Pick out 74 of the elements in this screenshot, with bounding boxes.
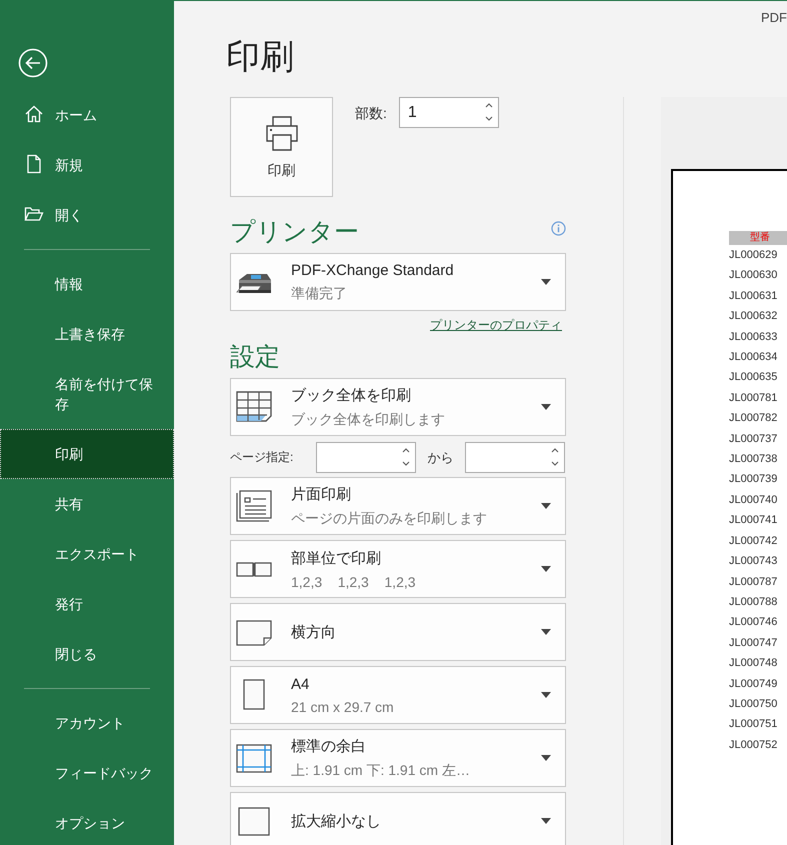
sidebar-item[interactable]: エクスポート [0, 529, 174, 579]
spin-arrows-icon[interactable] [402, 446, 410, 468]
table-cell-text: JL000629 [729, 248, 778, 263]
table-cell-text: JL000747 [729, 636, 778, 651]
grid-icon [235, 390, 273, 424]
page-range-label: ページ指定: [230, 449, 294, 466]
sidebar-item[interactable]: 共有 [0, 479, 174, 529]
table-cell-text: JL000752 [729, 738, 778, 753]
table-cell-text: JL000632 [729, 309, 778, 324]
print-scope-dropdown[interactable]: ブック全体を印刷 ブック全体を印刷します [230, 378, 566, 436]
caret-icon [541, 404, 551, 410]
table-cell-text: JL000751 [729, 717, 778, 732]
section-heading: 設定 [230, 342, 281, 373]
settings-dropdown[interactable]: 片面印刷 ページの片面のみを印刷します [230, 477, 566, 535]
table-cell-text: JL000739 [729, 472, 778, 488]
table-cell-text: JL000635 [729, 370, 778, 386]
table-cell-text: JL000740 [729, 492, 778, 508]
settings-dropdown[interactable]: 部単位で印刷 1,2,3 1,2,3 1,2,3 [230, 540, 566, 598]
caret-icon [541, 818, 551, 824]
column-header: 型番 [729, 231, 787, 245]
spin-arrows-icon[interactable] [484, 101, 493, 123]
printer-properties-link[interactable]: プリンターのプロパティ [430, 317, 562, 334]
sidebar-item[interactable]: 新規 [0, 140, 174, 190]
settings-dropdown[interactable]: 横方向 [230, 603, 566, 661]
page-title: 印刷 [226, 37, 295, 78]
settings-dropdown[interactable]: A4 21 cm x 29.7 cm [230, 666, 566, 724]
sidebar-item[interactable]: 閉じる [0, 629, 174, 679]
settings-dropdown[interactable]: 標準の余白 上: 1.91 cm 下: 1.91 cm 左… [230, 729, 566, 787]
table-cell-text: JL000741 [729, 513, 778, 528]
table-cell-text: JL000743 [729, 554, 778, 570]
table-cell-text: JL000781 [729, 390, 778, 406]
page-from-field[interactable] [316, 442, 416, 473]
table-cell-text: JL000787 [729, 574, 778, 590]
window-title: PDF [761, 10, 787, 24]
caret-icon [541, 692, 551, 698]
table-cell-text: JL000748 [729, 656, 778, 672]
sidebar-item[interactable]: ホーム [0, 90, 174, 140]
section-heading: プリンター [230, 217, 359, 248]
sidebar-item[interactable]: 情報 [0, 259, 174, 309]
table-cell-text: JL000633 [729, 330, 778, 345]
sidebar-item[interactable]: 名前を付けて保存 [0, 359, 174, 429]
settings-dropdown[interactable]: 拡大縮小なし [230, 792, 566, 845]
spin-arrows-icon[interactable] [551, 446, 559, 468]
sidebar-item[interactable]: フィードバック [0, 748, 174, 798]
caret-icon [541, 503, 551, 509]
table-cell-text: JL000782 [729, 411, 778, 426]
sidebar-item[interactable]: 発行 [0, 579, 174, 629]
table-cell-text: JL000738 [729, 452, 778, 468]
sidebar-item[interactable]: 印刷 [0, 429, 174, 479]
copies-field[interactable]: 1 [398, 97, 499, 128]
caret-icon [541, 566, 551, 572]
page-to-label: から [426, 448, 454, 466]
table-cell-text: JL000749 [729, 676, 778, 692]
caret-icon [541, 629, 551, 635]
table-cell-text: JL000746 [729, 615, 778, 630]
sidebar-item[interactable]: オプション [0, 798, 174, 845]
caret-icon [541, 279, 551, 285]
caret-icon [541, 755, 551, 761]
print-button[interactable]: 印刷 [230, 97, 333, 197]
table-cell-text: JL000630 [729, 268, 778, 284]
table-cell-text: JL000742 [729, 534, 778, 549]
sidebar-item[interactable]: 開く [0, 190, 174, 240]
sidebar-item[interactable]: アカウント [0, 698, 174, 748]
page-to-field[interactable] [465, 442, 565, 473]
table-cell-text: JL000750 [729, 696, 778, 712]
one-sided-page-icon [235, 489, 273, 523]
home-icon [24, 104, 44, 124]
table-cell-text: JL000631 [729, 288, 778, 304]
printer-dropdown[interactable]: PDF-XChange Standard 準備完了 [230, 253, 566, 311]
copies-label: 部数: [355, 105, 387, 123]
table-cell-text: JL000788 [729, 594, 778, 610]
table-cell-text: JL000634 [729, 350, 778, 366]
sidebar-item[interactable]: 上書き保存 [0, 309, 174, 359]
table-cell-text: JL000737 [729, 432, 778, 447]
